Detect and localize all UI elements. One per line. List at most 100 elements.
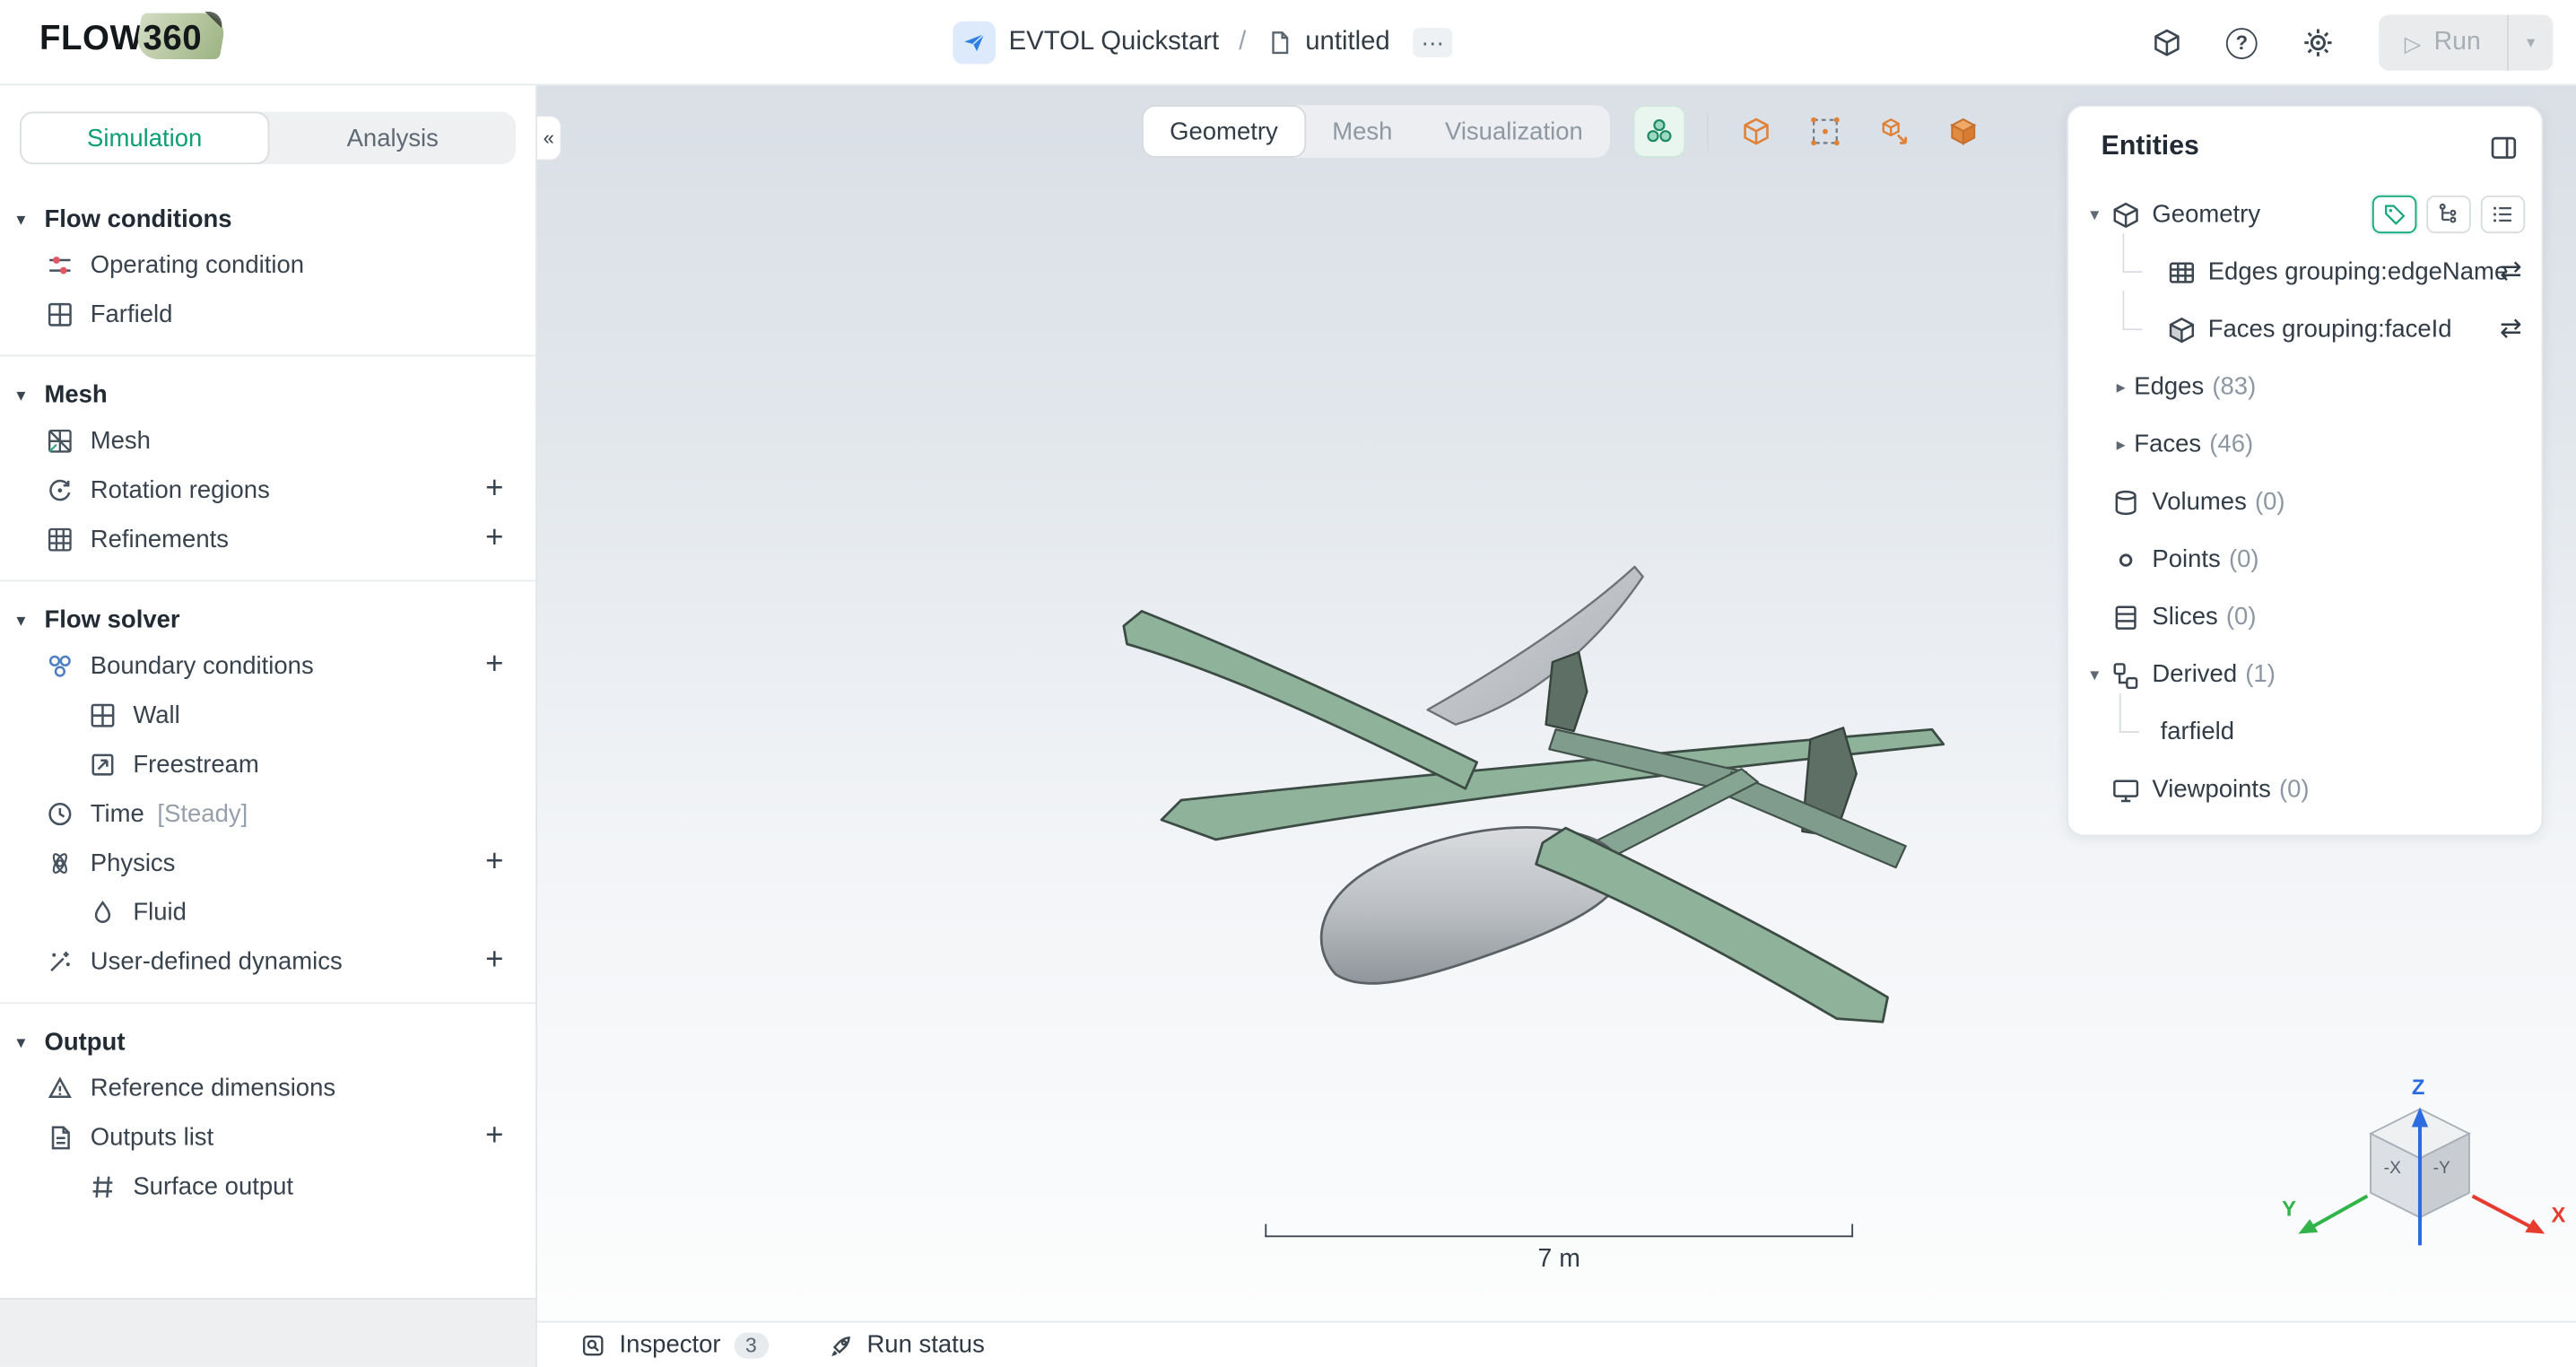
add-physics-button[interactable]: +: [476, 844, 512, 880]
reference-dimensions-icon: [46, 1074, 74, 1101]
section-flow-conditions[interactable]: ▾ Flow conditions: [0, 197, 535, 240]
physics-icon: [46, 849, 74, 876]
tag-icon: [2382, 202, 2406, 226]
axis-y-label: Y: [2282, 1197, 2296, 1221]
breadcrumb: EVTOL Quickstart / untitled ⋯: [953, 0, 1452, 85]
faces-grouping-icon: [2167, 315, 2197, 344]
sidebar-collapse-handle[interactable]: «: [537, 115, 561, 161]
tree-row-derived[interactable]: ▾ Derived (1): [2068, 646, 2542, 703]
item-label: Mesh: [91, 426, 151, 454]
settings-button[interactable]: [2289, 14, 2345, 70]
add-boundary-condition-button[interactable]: +: [476, 648, 512, 684]
sidebar-item-surface-output[interactable]: Surface output: [0, 1162, 535, 1211]
sidebar-item-boundary-conditions[interactable]: Boundary conditions +: [0, 640, 535, 690]
sidebar-item-farfield[interactable]: Farfield: [0, 289, 535, 338]
hierarchy-icon: [2436, 202, 2460, 226]
tab-mesh[interactable]: Mesh: [1306, 105, 1419, 158]
tab-geometry[interactable]: Geometry: [1142, 105, 1306, 158]
tag-view-button[interactable]: [2372, 196, 2416, 233]
sidebar-footer: [0, 1298, 535, 1367]
help-button[interactable]: ?: [2214, 14, 2269, 70]
sidebar-item-rotation-regions[interactable]: Rotation regions +: [0, 465, 535, 514]
selection-box-button[interactable]: [1798, 105, 1851, 158]
section-title: Flow solver: [44, 605, 179, 633]
tree-row-viewpoints[interactable]: Viewpoints (0): [2068, 761, 2542, 818]
sidebar-item-wall[interactable]: Wall: [0, 690, 535, 739]
rocket-icon: [828, 1332, 854, 1358]
tab-simulation[interactable]: Simulation: [20, 112, 269, 165]
add-user-defined-dynamics-button[interactable]: +: [476, 943, 512, 979]
sidebar-item-operating-condition[interactable]: Operating condition: [0, 239, 535, 289]
sidebar-item-refinements[interactable]: Refinements +: [0, 514, 535, 563]
sidebar-item-physics[interactable]: Physics +: [0, 838, 535, 887]
tab-visualization[interactable]: Visualization: [1419, 105, 1609, 158]
tree-row-farfield[interactable]: farfield: [2068, 703, 2542, 761]
sidebar-item-reference-dimensions[interactable]: Reference dimensions: [0, 1063, 535, 1112]
item-label: Freestream: [133, 750, 258, 778]
logo-text-flow: FLOW: [39, 20, 143, 59]
face-label-neg-x: -X: [2384, 1159, 2401, 1178]
sidebar-item-outputs-list[interactable]: Outputs list +: [0, 1112, 535, 1162]
run-dropdown-button[interactable]: ▾: [2507, 14, 2553, 70]
slices-icon: [2111, 602, 2141, 631]
inspector-tab[interactable]: Inspector 3: [580, 1331, 769, 1359]
caret-down-icon: ▾: [2527, 34, 2535, 52]
cluster-icon: [1642, 115, 1675, 148]
run-button[interactable]: ▷ Run ▾: [2378, 14, 2553, 70]
caret-right-icon[interactable]: ▸: [2108, 376, 2134, 397]
resources-button[interactable]: [2138, 14, 2194, 70]
more-options-button[interactable]: ⋯: [1413, 28, 1452, 57]
sidebar-item-user-defined-dynamics[interactable]: User-defined dynamics +: [0, 936, 535, 986]
entities-title: Entities: [2102, 132, 2199, 163]
help-icon: ?: [2226, 27, 2258, 58]
tree-row-points[interactable]: Points (0): [2068, 531, 2542, 588]
project-name[interactable]: EVTOL Quickstart: [1009, 28, 1220, 57]
section-output[interactable]: ▾ Output: [0, 1020, 535, 1063]
sidebar-item-mesh[interactable]: Mesh: [0, 415, 535, 465]
tab-analysis[interactable]: Analysis: [269, 112, 516, 165]
wireframe-view-button[interactable]: [1729, 105, 1782, 158]
section-mesh[interactable]: ▾ Mesh: [0, 373, 535, 416]
tree-label: Faces grouping:faceId: [2208, 316, 2452, 344]
caret-down-icon[interactable]: ▾: [2082, 664, 2108, 685]
axis-z-label: Z: [2412, 1075, 2425, 1100]
hierarchy-view-button[interactable]: [2426, 196, 2470, 233]
shaded-view-button[interactable]: [1936, 105, 1989, 158]
add-output-button[interactable]: +: [476, 1119, 512, 1154]
panel-toggle-icon: [2489, 132, 2519, 161]
bottom-bar: Inspector 3 Run status: [537, 1321, 2576, 1367]
tree-label: Slices: [2152, 603, 2217, 631]
viewport-mode-tabs: Geometry Mesh Visualization: [1142, 105, 1609, 158]
tree-row-edges[interactable]: ▸ Edges (83): [2068, 358, 2542, 415]
sidebar-item-freestream[interactable]: Freestream: [0, 739, 535, 788]
collapse-panel-button[interactable]: [2489, 132, 2519, 161]
file-name[interactable]: untitled: [1305, 28, 1390, 57]
add-refinement-button[interactable]: +: [476, 521, 512, 557]
view-cube[interactable]: -X -Y Y X Z: [2276, 1035, 2572, 1282]
points-icon: [2111, 544, 2141, 574]
sidebar-item-fluid[interactable]: Fluid: [0, 887, 535, 936]
run-status-tab[interactable]: Run status: [828, 1331, 985, 1359]
tree-row-faces-grouping[interactable]: Faces grouping:faceId ⇄: [2068, 300, 2542, 358]
section-flow-solver[interactable]: ▾ Flow solver: [0, 598, 535, 641]
paper-plane-icon: [962, 30, 988, 56]
add-rotation-region-button[interactable]: +: [476, 472, 512, 508]
swap-faces-grouping-button[interactable]: ⇄: [2500, 317, 2522, 343]
inspector-label: Inspector: [620, 1331, 721, 1359]
sidebar-item-time[interactable]: Time [Steady]: [0, 788, 535, 838]
cube-outline-icon: [1739, 115, 1772, 148]
caret-right-icon[interactable]: ▸: [2108, 434, 2134, 456]
tree-row-slices[interactable]: Slices (0): [2068, 588, 2542, 646]
mesh-icon: [46, 426, 74, 454]
swap-edges-grouping-button[interactable]: ⇄: [2500, 258, 2522, 284]
topbar: FLOW360 EVTOL Quickstart / untitled ⋯: [0, 0, 2576, 85]
list-icon: [2491, 202, 2515, 226]
item-label: Operating condition: [91, 250, 304, 278]
tree-row-volumes[interactable]: Volumes (0): [2068, 474, 2542, 531]
toolbar-divider: [1706, 113, 1708, 149]
list-view-button[interactable]: [2481, 196, 2525, 233]
entity-groups-button[interactable]: [1632, 105, 1685, 158]
tree-row-faces[interactable]: ▸ Faces (46): [2068, 415, 2542, 473]
caret-down-icon[interactable]: ▾: [2082, 204, 2108, 225]
fit-view-button[interactable]: [1867, 105, 1920, 158]
